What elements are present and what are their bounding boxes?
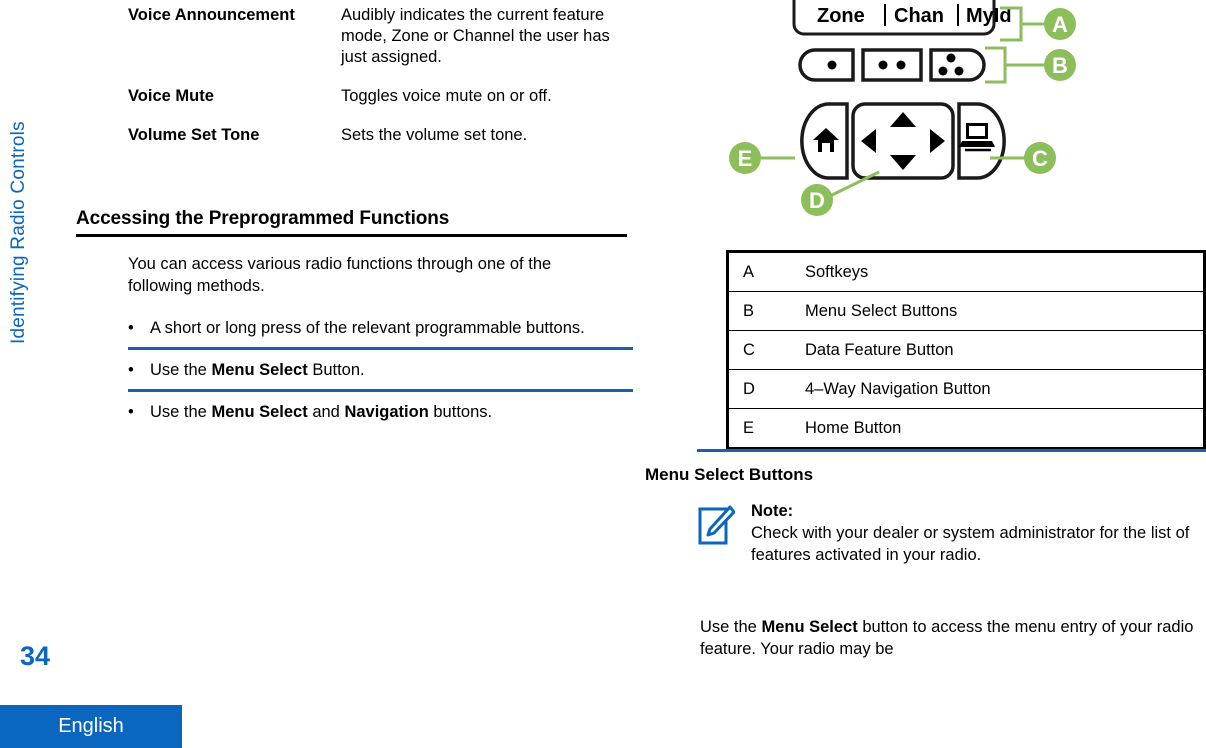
callout-legend-table: A Softkeys B Menu Select Buttons C Data …: [726, 250, 1206, 450]
legend-key: C: [727, 330, 805, 370]
list-item-text-part: Use the: [150, 361, 212, 379]
table-row: B Menu Select Buttons: [727, 291, 1205, 331]
chapter-title: Identifying Radio Controls: [8, 121, 29, 344]
legend-label: Softkeys: [805, 262, 869, 281]
home-button: [800, 102, 849, 180]
feature-description: Audibly indicates the current feature mo…: [341, 6, 610, 66]
svg-text:E: E: [738, 146, 753, 171]
list-item: • Use the Menu Select and Navigation but…: [128, 401, 633, 423]
left-content-column: Voice Announcement Audibly indicates the…: [128, 0, 638, 164]
note-callout: Note: Check with your dealer or system a…: [697, 500, 1206, 566]
divider-rule: [128, 347, 633, 350]
list-item-text-part: buttons.: [428, 403, 493, 421]
language-tab[interactable]: English: [0, 705, 182, 748]
menu-select-buttons: [798, 48, 986, 82]
bullet-icon: •: [128, 319, 134, 337]
feature-term: Volume Set Tone: [128, 126, 260, 144]
svg-text:D: D: [809, 188, 825, 213]
legend-key: A: [743, 262, 755, 281]
legend-label: Home Button: [805, 408, 1205, 449]
softkey-bar: Zone Chan MyId: [792, 0, 1012, 36]
list-item-text-part: Button.: [307, 361, 365, 379]
note-text: Note: Check with your dealer or system a…: [751, 500, 1206, 566]
section-heading: Accessing the Preprogrammed Functions: [76, 208, 627, 237]
list-item-text-part: A short or long press of the relevant pr…: [150, 319, 585, 337]
feature-definition-table: Voice Announcement Audibly indicates the…: [128, 0, 638, 164]
list-item-text: A short or long press of the relevant pr…: [150, 317, 633, 339]
svg-text:Chan: Chan: [894, 5, 944, 27]
list-item-emphasis: Menu Select: [211, 403, 308, 421]
callout-badge-d: D: [801, 184, 833, 216]
callout-badge-a: A: [1044, 8, 1076, 40]
list-item-text-part: and: [307, 403, 345, 421]
legend-key: E: [727, 408, 805, 449]
divider-rule: [697, 449, 1206, 452]
divider-rule: [128, 389, 633, 392]
methods-bullet-list: • A short or long press of the relevant …: [128, 317, 633, 431]
note-edit-icon: [697, 500, 751, 566]
table-row: A Softkeys: [728, 252, 1205, 292]
feature-description: Toggles voice mute on or off.: [341, 87, 552, 105]
callout-badge-c: C: [1024, 142, 1056, 174]
feature-description: Sets the volume set tone.: [341, 126, 528, 144]
svg-text:B: B: [1052, 53, 1068, 78]
list-item: • A short or long press of the relevant …: [128, 317, 633, 339]
legend-key: B: [727, 291, 805, 331]
list-item: • Use the Menu Select Button.: [128, 359, 633, 381]
list-item-emphasis: Menu Select: [211, 361, 308, 379]
callout-badge-e: E: [729, 142, 761, 174]
closing-paragraph: Use the Menu Select button to access the…: [700, 616, 1200, 660]
list-item-text-part: Use the: [150, 403, 212, 421]
radio-keypad-diagram: Zone Chan MyId A B C D E: [729, 0, 1076, 216]
callout-badge-b: B: [1044, 49, 1076, 81]
table-row: D 4–Way Navigation Button: [727, 369, 1205, 409]
bullet-icon: •: [128, 361, 134, 379]
intro-paragraph: You can access various radio functions t…: [128, 255, 552, 295]
legend-key: D: [727, 369, 805, 409]
bullet-icon: •: [128, 403, 134, 421]
navigation-pad: [851, 102, 955, 180]
data-feature-button: [957, 102, 1006, 180]
svg-text:C: C: [1032, 146, 1048, 171]
closing-text-part: Use the: [700, 618, 762, 636]
note-body-text: Check with your dealer or system adminis…: [751, 524, 1190, 564]
feature-term: Voice Mute: [128, 87, 214, 105]
legend-label: 4–Way Navigation Button: [805, 369, 1205, 409]
table-row: C Data Feature Button: [727, 330, 1205, 370]
table-row: Voice Mute Toggles voice mute on or off.: [128, 86, 638, 125]
list-item-text: Use the Menu Select and Navigation butto…: [150, 401, 633, 423]
note-title: Note:: [751, 502, 794, 520]
table-row: Voice Announcement Audibly indicates the…: [128, 0, 638, 86]
list-item-emphasis: Navigation: [344, 403, 429, 421]
svg-text:Zone: Zone: [817, 5, 865, 27]
right-content-column: Zone Chan MyId A B C D E A Softkeys B Me…: [645, 0, 1206, 748]
legend-label: Data Feature Button: [805, 330, 1205, 370]
sidebar: Identifying Radio Controls 34 English: [0, 0, 182, 748]
page-number: 34: [20, 641, 51, 671]
closing-emphasis: Menu Select: [761, 618, 858, 636]
manual-page: Identifying Radio Controls 34 English Vo…: [0, 0, 1206, 748]
table-row: E Home Button: [727, 408, 1205, 449]
svg-text:A: A: [1052, 12, 1068, 37]
list-item-text: Use the Menu Select Button.: [150, 359, 633, 381]
feature-term: Voice Announcement: [128, 6, 295, 24]
sub-heading: Menu Select Buttons: [645, 465, 814, 484]
table-row: Volume Set Tone Sets the volume set tone…: [128, 125, 638, 164]
legend-label: Menu Select Buttons: [805, 291, 1205, 331]
